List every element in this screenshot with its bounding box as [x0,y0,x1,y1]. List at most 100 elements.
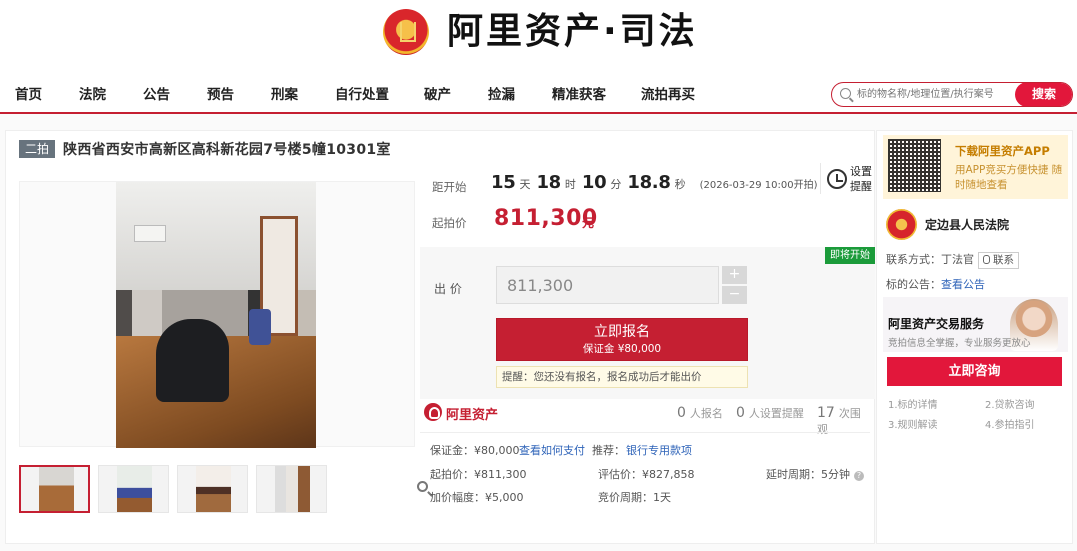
app-download-banner[interactable]: 下载阿里资产APP 用APP竞买方便快捷 随时随地查看 [883,135,1068,199]
bank-payment-link[interactable]: 银行专用款项 [626,442,692,458]
payment-help-link[interactable]: 查看如何支付 [519,442,585,458]
thumbnail-image [39,467,74,511]
currency-unit: 元 [582,216,595,230]
site-header: 阿里资产·司法 [0,0,1077,72]
guide-link-3[interactable]: 3.规则解读 [888,416,938,431]
app-download-title: 下载阿里资产APP [955,144,1050,158]
countdown-seconds: 18.8 [627,172,671,193]
registration-notice: 提醒：您还没有报名，报名成功后才能出价 [496,366,748,388]
set-reminder-label: 设置提醒 [850,165,872,193]
set-reminder-button[interactable]: 设置提醒 [820,163,876,194]
seconds-unit: 秒 [674,178,686,191]
brand-title: 阿里资产·司法 [447,11,698,52]
delay-period-info: 延时周期：5分钟? [766,466,864,482]
view-number: 17 [817,405,835,421]
person-silhouette [156,319,229,402]
guide-link-1[interactable]: 1.标的详情 [888,396,938,411]
court-name: 定边县人民法院 [925,218,1010,232]
contact-button[interactable]: 联系 [978,252,1019,269]
countdown-label: 距开始 [432,180,467,194]
nav-previews[interactable]: 预告 [207,83,234,103]
minutes-unit: 分 [610,178,622,191]
decrease-bid-button[interactable]: − [722,286,747,304]
countdown-hours: 18 [536,172,561,193]
auction-round-badge: 二拍 [19,140,56,158]
air-conditioner [134,225,166,242]
auction-details: 阿里资产 0 人报名 0 人设置提醒 17 次围观 保证金：¥80,000 查看如何支… [420,396,870,541]
blue-chair [249,309,271,345]
announcement-row: 标的公告：查看公告 [886,276,985,292]
thumbnail-4[interactable] [256,465,327,513]
appraised-price-info: 评估价：¥827,858 [598,468,695,481]
main-property-photo[interactable] [116,182,316,448]
details-divider [420,432,870,433]
right-sidebar: 下载阿里资产APP 用APP竞买方便快捷 随时随地查看 定边县人民法院 联系方式… [876,130,1073,544]
nav-precise-leads[interactable]: 精准获客 [552,83,606,103]
court-info[interactable]: 定边县人民法院 [886,209,1009,240]
thumbnail-image [196,466,231,512]
nav-relist[interactable]: 流拍再买 [641,83,695,103]
search-input[interactable] [857,85,1017,104]
starting-price-info: 起拍价：¥811,300 [430,468,527,481]
nav-bankruptcy[interactable]: 破产 [424,83,451,103]
contact-info: 联系方式：丁法官 联系 [886,251,1019,269]
bid-amount-input[interactable] [496,266,719,304]
thumbnail-3[interactable] [177,465,248,513]
search-icon [840,88,851,99]
contact-button-label: 联系 [993,254,1014,266]
nav-self-disposal[interactable]: 自行处置 [335,83,389,103]
auction-info: 距开始 15 天 18 时 10 分 18.8 秒 (2026-03-29 10:00开… [416,163,876,399]
service-title: 阿里资产交易服务 [888,317,985,331]
nav-criminal-cases[interactable]: 刑案 [271,83,298,103]
bid-box: 即将开始 出 价 + − 立即报名 保证金 ¥80,000 提醒：您还没有报名，… [420,247,875,399]
guide-link-2[interactable]: 2.贷款咨询 [985,396,1035,411]
nav-home[interactable]: 首页 [15,83,42,103]
bid-period-info: 竞价周期：1天 [598,491,671,504]
view-announcement-link[interactable]: 查看公告 [941,278,985,291]
thumbnail-image [275,466,310,512]
ali-assets-logo-icon [424,403,442,421]
help-icon[interactable]: ? [854,471,864,481]
announcement-label: 标的公告： [886,278,941,291]
search-bar: 搜索 [831,82,1073,107]
property-gallery[interactable] [19,181,428,492]
starting-price-label: 起拍价 [432,216,467,230]
consult-button[interactable]: 立即咨询 [887,357,1062,386]
nav-bargains[interactable]: 捡漏 [488,83,515,103]
listing-title-row: 二拍 陕西省西安市高新区高科新花园7号楼5幢10301室 [19,139,391,159]
countdown-days: 15 [491,172,516,193]
signup-button-label: 立即报名 [594,324,650,340]
nav-courts[interactable]: 法院 [79,83,106,103]
court-emblem-icon [886,209,917,240]
thumbnail-image [117,466,152,512]
main-navigation: 首页 法院 公告 预告 刑案 自行处置 破产 捡漏 精准获客 流拍再买 搜索 [0,72,1077,114]
increase-bid-button[interactable]: + [722,266,747,284]
platform-name: 阿里资产 [446,408,499,423]
search-button[interactable]: 搜索 [1015,83,1072,106]
deposit-info: 保证金：¥80,000 [430,444,520,457]
brand[interactable]: 阿里资产·司法 [383,9,698,55]
transaction-service-banner[interactable]: 阿里资产交易服务 竞拍信息全掌握，专业服务更放心 [883,297,1068,352]
listing-title: 陕西省西安市高新区高科新花园7号楼5幢10301室 [63,142,391,158]
bid-label: 出 价 [434,282,462,296]
recommend-label: 推荐： [592,444,625,457]
auction-main-panel: 二拍 陕西省西安市高新区高科新花园7号楼5幢10301室 距开始 15 天 18 时… [5,130,875,544]
guide-link-4[interactable]: 4.参拍指引 [985,416,1035,431]
countdown-timer: 15 天 18 时 10 分 18.8 秒 (2026-03-29 10:00开拍) [491,172,818,193]
service-subtitle: 竞拍信息全掌握，专业服务更放心 [888,338,1031,349]
countdown-minutes: 10 [581,172,607,193]
nav-announcements[interactable]: 公告 [143,83,170,103]
days-unit: 天 [519,178,531,191]
coming-soon-badge: 即将开始 [825,247,875,264]
thumbnail-1[interactable] [19,465,90,513]
court-emblem-icon [383,9,429,55]
thumbnail-2[interactable] [98,465,169,513]
delay-period-text: 延时周期：5分钟 [766,468,850,481]
photo-thumbnails [19,465,327,513]
signup-button[interactable]: 立即报名 保证金 ¥80,000 [496,318,748,361]
registration-number: 0 [677,405,686,421]
auction-start-time: (2026-03-29 10:00开拍) [699,180,818,191]
qr-code-icon [888,139,941,192]
contact-label: 联系方式：丁法官 [886,253,974,266]
reminder-number: 0 [736,405,745,421]
